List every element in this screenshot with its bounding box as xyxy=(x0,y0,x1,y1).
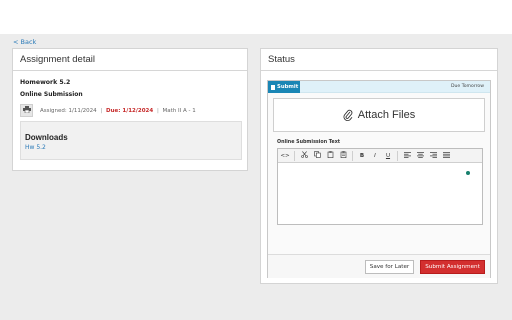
downloads-title: Downloads xyxy=(25,133,68,142)
back-link[interactable]: < Back xyxy=(13,38,36,46)
align-right-button[interactable] xyxy=(428,151,438,161)
course-name: Math II A - 1 xyxy=(162,107,196,114)
print-button[interactable] xyxy=(20,104,33,117)
editor-status-dot xyxy=(466,171,470,175)
submission-type: Online Submission xyxy=(20,91,83,98)
rich-text-editor[interactable]: <> B I U xyxy=(277,148,483,225)
underline-button[interactable]: U xyxy=(383,151,393,161)
align-center-button[interactable] xyxy=(415,151,425,161)
assignment-detail-card: Assignment detail Homework 5.2 Online Su… xyxy=(12,48,248,171)
paste-text-button[interactable] xyxy=(338,151,348,161)
save-for-later-button[interactable]: Save for Later xyxy=(365,260,414,274)
italic-button[interactable]: I xyxy=(370,151,380,161)
submit-bar: Submit Due Tomorrow xyxy=(268,81,490,93)
source-code-button[interactable]: <> xyxy=(280,151,290,161)
attach-files-button[interactable]: Attach Files xyxy=(273,98,485,132)
document-icon xyxy=(271,84,275,90)
copy-button[interactable] xyxy=(312,151,322,161)
printer-icon xyxy=(22,106,31,115)
assignment-meta-row: Assigned: 1/11/2024 | Due: 1/12/2024 | M… xyxy=(20,104,247,117)
clipboard-icon xyxy=(327,151,334,160)
align-justify-icon xyxy=(442,151,450,160)
downloads-panel: Downloads Hw 5.2 xyxy=(20,121,242,160)
align-right-icon xyxy=(429,151,437,160)
submit-footer: Save for Later Submit Assignment xyxy=(268,254,490,278)
paperclip-icon xyxy=(343,106,353,125)
online-submission-text-label: Online Submission Text xyxy=(277,140,341,145)
meta-separator: | xyxy=(100,107,103,114)
cut-button[interactable] xyxy=(299,151,309,161)
assignment-meta: Assigned: 1/11/2024 | Due: 1/12/2024 | M… xyxy=(40,108,196,114)
align-left-button[interactable] xyxy=(402,151,412,161)
submit-panel: Submit Due Tomorrow Attach Files Online … xyxy=(267,80,491,278)
align-left-icon xyxy=(403,151,411,160)
toolbar-divider xyxy=(397,150,398,161)
toolbar-divider xyxy=(352,150,353,161)
attach-files-label: Attach Files xyxy=(357,109,416,121)
align-justify-button[interactable] xyxy=(441,151,451,161)
status-card: Status Submit Due Tomorrow Attach Files … xyxy=(260,48,498,284)
submit-tab[interactable]: Submit xyxy=(268,81,300,93)
submit-tab-label: Submit xyxy=(277,84,299,90)
assignment-detail-title: Assignment detail xyxy=(13,49,247,71)
editor-toolbar: <> B I U xyxy=(278,149,482,163)
scissors-icon xyxy=(300,151,308,160)
copy-icon xyxy=(313,151,321,160)
status-title: Status xyxy=(261,49,497,71)
meta-separator: | xyxy=(156,107,159,114)
align-center-icon xyxy=(416,151,424,160)
download-link[interactable]: Hw 5.2 xyxy=(25,144,241,151)
due-date: Due: 1/12/2024 xyxy=(106,107,154,114)
assigned-date: Assigned: 1/11/2024 xyxy=(40,107,97,114)
toolbar-divider xyxy=(294,150,295,161)
submit-assignment-button[interactable]: Submit Assignment xyxy=(420,260,485,274)
top-bar xyxy=(0,0,512,34)
paste-text-icon xyxy=(340,151,347,160)
assignment-title: Homework 5.2 xyxy=(20,79,71,86)
bold-button[interactable]: B xyxy=(357,151,367,161)
due-note: Due Tomorrow xyxy=(450,84,484,89)
paste-button[interactable] xyxy=(325,151,335,161)
